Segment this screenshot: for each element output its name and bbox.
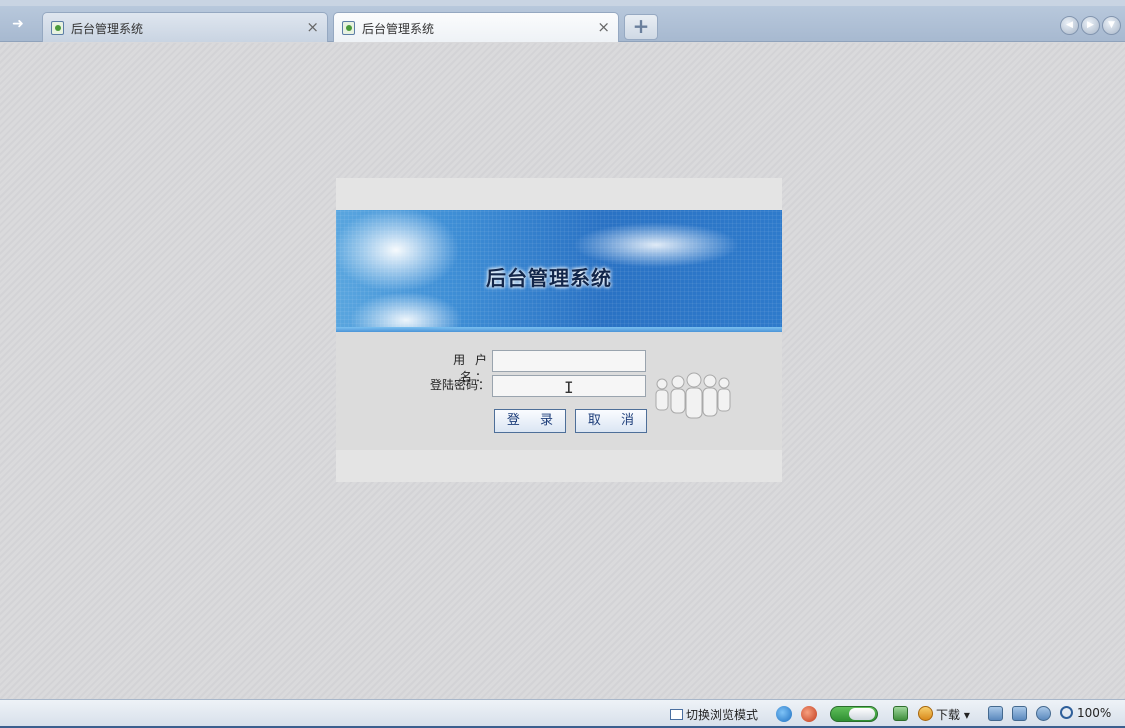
forward-icon[interactable]: ▶ [1081, 16, 1100, 35]
browser-engine-icon[interactable] [801, 706, 817, 722]
window-icon [670, 709, 683, 720]
people-silhouette-icon [655, 372, 731, 419]
tab-bar: ➜ 后台管理系统 × 后台管理系统 × + ◀ ▶ ▼ [0, 6, 1125, 42]
page-tool-icon[interactable] [893, 706, 908, 721]
back-icon[interactable]: ◀ [1060, 16, 1079, 35]
zoom-icon[interactable] [1060, 706, 1073, 719]
login-panel: 后台管理系统 用 户 名： 登陆密码： I 登 录 取 消 [336, 178, 782, 482]
close-icon[interactable]: × [306, 18, 319, 36]
tab-2[interactable]: 后台管理系统 × [333, 12, 619, 42]
close-icon[interactable]: × [597, 18, 610, 36]
tab-label: 后台管理系统 [362, 22, 435, 36]
arrow-right-icon[interactable]: ➜ [6, 14, 30, 34]
password-label: 登陆密码： [429, 378, 490, 392]
browse-mode-label: 切换浏览模式 [686, 708, 759, 722]
cancel-button[interactable]: 取 消 [575, 409, 647, 433]
username-input[interactable] [492, 350, 646, 372]
menu-down-icon[interactable]: ▼ [1102, 16, 1121, 35]
tab-label: 后台管理系统 [71, 22, 144, 36]
ie-icon[interactable] [776, 706, 792, 722]
speaker-icon[interactable] [1036, 706, 1051, 721]
tab-1[interactable]: 后台管理系统 × [42, 12, 328, 42]
status-bar: 切换浏览模式 下载 ▾ 100% [0, 699, 1125, 728]
login-form: 用 户 名： 登陆密码： I 登 录 取 消 [336, 332, 782, 450]
zoom-level[interactable]: 100% [1077, 706, 1111, 720]
page-icon [342, 21, 355, 35]
login-footer [336, 450, 782, 482]
new-tab-button[interactable]: + [624, 14, 658, 40]
browse-mode-switch[interactable]: 切换浏览模式 [670, 706, 758, 723]
login-banner: 后台管理系统 [336, 210, 782, 332]
download-button[interactable]: 下载 ▾ [936, 706, 970, 723]
clipboard-icon[interactable] [988, 706, 1003, 721]
text-cursor-icon: I [564, 378, 574, 397]
download-icon[interactable] [918, 706, 933, 721]
page-icon [51, 21, 64, 35]
login-button[interactable]: 登 录 [494, 409, 566, 433]
page-content: 后台管理系统 用 户 名： 登陆密码： I 登 录 取 消 [0, 43, 1125, 699]
nav-buttons: ◀ ▶ ▼ [1060, 16, 1121, 36]
banner-title: 后台管理系统 [486, 266, 612, 290]
screen-icon[interactable] [1012, 706, 1027, 721]
accelerate-toggle[interactable] [830, 706, 878, 722]
